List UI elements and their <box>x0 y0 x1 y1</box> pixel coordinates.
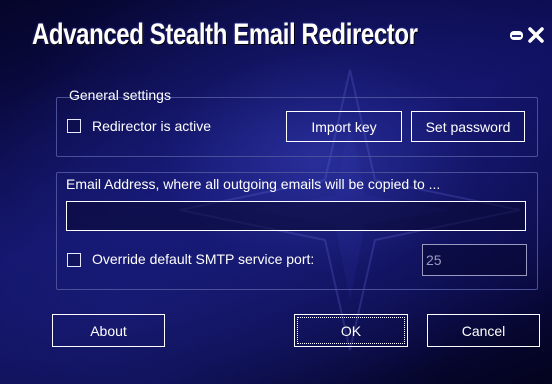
about-button[interactable]: About <box>52 314 165 347</box>
smtp-port-input[interactable] <box>422 244 527 276</box>
set-password-button[interactable]: Set password <box>411 111 525 142</box>
override-port-checkbox[interactable] <box>67 253 81 267</box>
redirector-active-checkbox[interactable] <box>67 119 81 133</box>
redirector-active-label: Redirector is active <box>92 118 212 134</box>
general-settings-label: General settings <box>69 87 171 103</box>
dialog-window: Advanced Stealth Email Redirector Genera… <box>0 0 552 384</box>
email-address-label: Email Address, where all outgoing emails… <box>66 176 441 192</box>
minimize-button[interactable] <box>508 26 526 44</box>
app-title: Advanced Stealth Email Redirector <box>32 18 418 51</box>
ok-button[interactable]: OK <box>294 314 408 347</box>
minimize-icon <box>510 31 523 40</box>
import-key-button[interactable]: Import key <box>286 111 402 142</box>
email-address-input[interactable] <box>66 201 526 231</box>
cancel-button[interactable]: Cancel <box>427 314 540 347</box>
override-port-label: Override default SMTP service port: <box>92 251 315 267</box>
close-icon <box>528 27 544 43</box>
close-button[interactable] <box>527 26 545 44</box>
